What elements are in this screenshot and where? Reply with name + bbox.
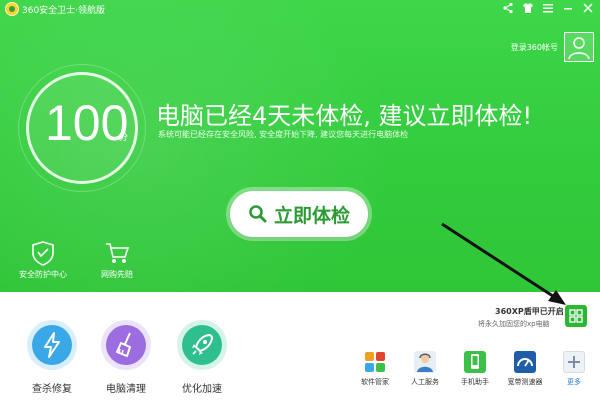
tool-label: 网购先赔: [101, 270, 133, 279]
search-icon: [248, 204, 268, 224]
app-label: 更多: [567, 378, 581, 386]
speed-test-icon: [514, 351, 536, 373]
app-human-service[interactable]: 人工服务: [401, 351, 449, 387]
menu-icon[interactable]: [540, 2, 556, 16]
shield-icon: [29, 240, 57, 266]
feature-label: 电脑清理: [106, 384, 146, 395]
app-software-manager[interactable]: 软件管家: [351, 351, 399, 387]
feature-speed-up[interactable]: 优化加速: [162, 320, 242, 395]
login-link[interactable]: 登录360帐号: [511, 42, 558, 53]
feature-scan-repair[interactable]: 查杀修复: [12, 320, 92, 395]
window-controls: [500, 2, 596, 16]
app-speed-test[interactable]: 宽带测速器: [501, 351, 549, 387]
tool-security-center[interactable]: 安全防护中心: [8, 240, 78, 280]
windows-icon[interactable]: [565, 305, 587, 327]
app-phone-assistant[interactable]: 手机助手: [451, 351, 499, 387]
app-label: 人工服务: [411, 378, 439, 386]
cart-icon: [103, 240, 131, 266]
score-unit: 分: [119, 133, 129, 143]
rocket-icon: [182, 325, 222, 365]
software-manager-icon: [364, 351, 386, 373]
feature-clean[interactable]: 电脑清理: [86, 320, 166, 395]
feature-circle: [27, 320, 77, 370]
human-service-icon: [414, 351, 436, 373]
feature-circle: [101, 320, 151, 370]
app-label: 软件管家: [361, 378, 389, 386]
score-value: 100: [45, 95, 129, 151]
lightning-icon: [32, 325, 72, 365]
check-now-label: 立即体检: [274, 205, 351, 227]
main-panel: 360安全卫士·领航版 登录360帐号 100 分 电脑已经4天未体检, 建议立…: [0, 0, 600, 292]
broom-icon: [106, 325, 146, 365]
xp-shield-title: 360XP盾甲已开启: [495, 307, 564, 316]
app-title: 360安全卫士·领航版: [22, 6, 106, 16]
avatar[interactable]: [564, 32, 594, 62]
share-icon[interactable]: [500, 2, 516, 16]
tool-label: 安全防护中心: [19, 270, 67, 279]
feature-label: 优化加速: [182, 384, 222, 395]
more-icon: [563, 351, 585, 373]
close-icon[interactable]: [580, 2, 596, 16]
phone-assistant-icon: [464, 351, 486, 373]
xp-shield-subtitle: 将永久加固您的xp电脑: [478, 320, 550, 328]
app-logo-icon: [5, 2, 19, 16]
feature-circle: [177, 320, 227, 370]
minimize-icon[interactable]: [560, 2, 576, 16]
app-label: 手机助手: [461, 378, 489, 386]
skin-icon[interactable]: [520, 2, 536, 16]
status-headline: 电脑已经4天未体检, 建议立即体检!: [156, 102, 533, 130]
app-label: 宽带测速器: [507, 378, 543, 386]
feature-label: 查杀修复: [32, 384, 72, 395]
check-now-button[interactable]: 立即体检: [230, 191, 368, 237]
tool-online-shopping[interactable]: 网购先赔: [82, 240, 152, 280]
title-bar: 360安全卫士·领航版: [0, 0, 600, 20]
status-subline: 系统可能已经存在安全风险, 安全度开始下降, 建议您每天进行电脑体检: [158, 130, 409, 139]
app-more[interactable]: 更多: [552, 351, 596, 387]
